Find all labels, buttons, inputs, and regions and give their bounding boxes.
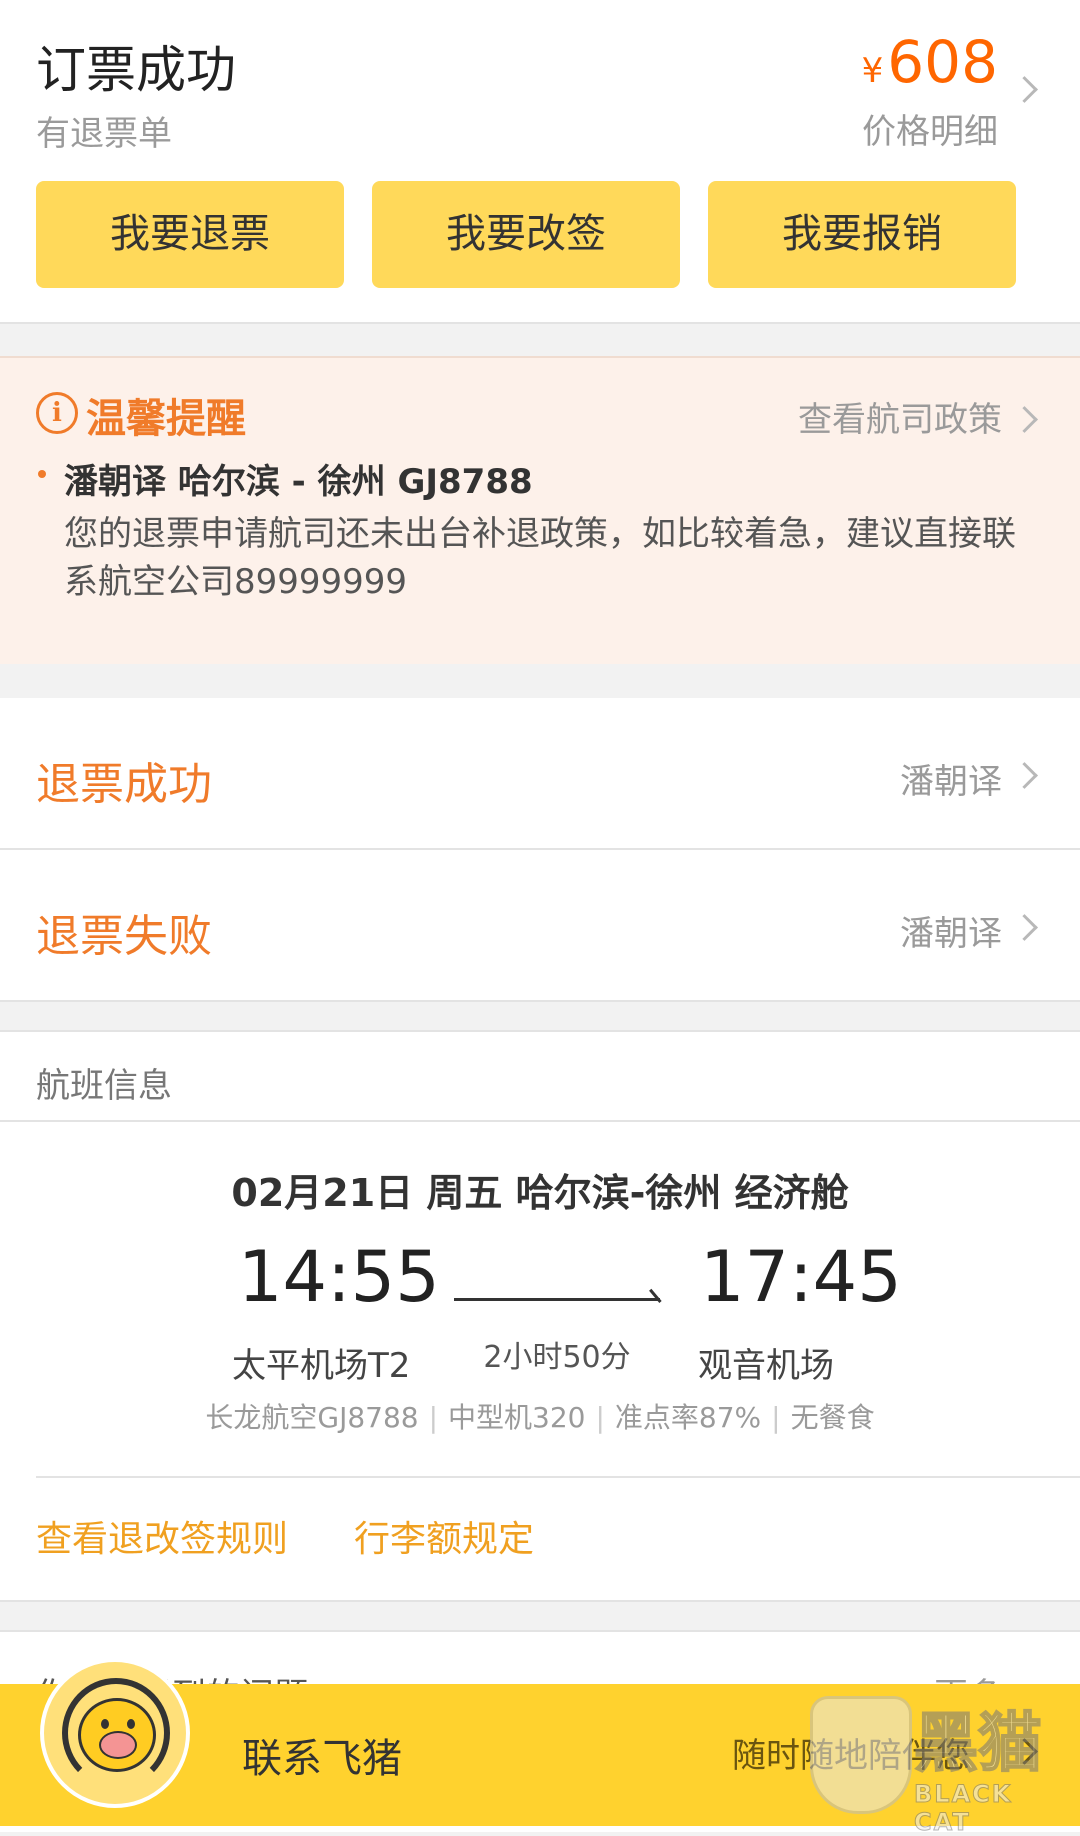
separator: | xyxy=(771,1401,781,1434)
flight-duration: 2小时50分 xyxy=(483,1340,631,1375)
depart-airport: 太平机场T2 xyxy=(232,1346,411,1386)
refund-button[interactable]: 我要退票 xyxy=(36,181,344,288)
change-ticket-button[interactable]: 我要改签 xyxy=(372,181,680,288)
arrive-time: 17:45 xyxy=(700,1236,902,1318)
arrow-right-icon xyxy=(454,1298,660,1301)
flight-info-card: 航班信息 02月21日 周五 哈尔滨-徐州 经济舱 14:55 17:45 2小… xyxy=(0,1030,1080,1602)
reminder-title: 温馨提醒 xyxy=(86,396,246,442)
refund-note: 有退票单 xyxy=(36,114,172,154)
depart-time: 14:55 xyxy=(238,1236,440,1318)
airline-policy-link[interactable]: 查看航司政策 xyxy=(798,392,1002,441)
flight-meta: 长龙航空GJ8788 | 中型机320 | 准点率87% | 无餐食 xyxy=(0,1396,1080,1436)
order-header: 订票成功 有退票单 ¥608 价格明细 我要退票 我要改签 我要报销 xyxy=(0,0,1080,324)
divider xyxy=(36,1476,1080,1478)
refund-change-rules-link[interactable]: 查看退改签规则 xyxy=(36,1510,288,1562)
aircraft-type: 中型机320 xyxy=(448,1401,586,1434)
chevron-right-icon xyxy=(1011,762,1038,789)
order-status-title: 订票成功 xyxy=(36,41,236,99)
black-cat-watermark: 黑猫 BLACK CAT xyxy=(810,1690,1070,1836)
separator: | xyxy=(595,1401,605,1434)
reimbursement-button[interactable]: 我要报销 xyxy=(708,181,1016,288)
flight-section-label: 航班信息 xyxy=(36,1066,172,1106)
eye xyxy=(101,1719,109,1729)
refund-success-label: 退票成功 xyxy=(36,759,212,810)
reminder-message: 您的退票申请航司还未出台补退政策，如比较着急，建议直接联系航空公司8999999… xyxy=(64,514,1016,602)
divider xyxy=(0,1120,1080,1122)
watermark-text: 黑猫 xyxy=(913,1706,1043,1782)
bullet-dot xyxy=(38,470,46,478)
currency-symbol: ¥ xyxy=(861,51,884,91)
cat-shield-icon xyxy=(810,1696,912,1814)
price-detail-link[interactable]: 价格明细 xyxy=(862,104,998,153)
reminder-passenger-flight: 潘朝译 哈尔滨 - 徐州 GJ8788 xyxy=(64,462,533,502)
info-icon: i xyxy=(36,392,78,434)
refund-failed-label: 退票失败 xyxy=(36,911,212,962)
reminder-panel: i 温馨提醒 查看航司政策 潘朝译 哈尔滨 - 徐州 GJ8788 您的退票申请… xyxy=(0,356,1080,664)
baggage-rules-link[interactable]: 行李额规定 xyxy=(354,1510,534,1562)
divider xyxy=(0,1000,1080,1002)
chevron-right-icon xyxy=(1011,914,1038,941)
airline-flight-number: 长龙航空GJ8788 xyxy=(205,1401,419,1434)
watermark-subtext: BLACK CAT xyxy=(914,1780,1013,1836)
price-total[interactable]: ¥608 xyxy=(862,30,998,103)
eye xyxy=(127,1719,135,1729)
passenger-name: 潘朝译 xyxy=(900,914,1002,954)
pig-snout xyxy=(99,1731,137,1759)
arrive-airport: 观音机场 xyxy=(698,1346,834,1386)
pig-face-icon xyxy=(78,1698,156,1772)
chevron-right-icon[interactable] xyxy=(1011,76,1038,103)
chevron-right-icon[interactable] xyxy=(1011,406,1038,433)
refund-status-row[interactable]: 退票失败 潘朝译 xyxy=(0,850,1080,1000)
flight-date-route: 02月21日 周五 哈尔滨-徐州 经济舱 xyxy=(231,1171,849,1215)
price-value: 608 xyxy=(887,28,998,96)
on-time-rate: 准点率87% xyxy=(614,1401,762,1434)
meal-info: 无餐食 xyxy=(790,1401,875,1434)
pig-mascot-avatar xyxy=(40,1658,190,1808)
refund-status-row[interactable]: 退票成功 潘朝译 xyxy=(0,698,1080,848)
separator: | xyxy=(428,1401,439,1434)
passenger-name: 潘朝译 xyxy=(900,762,1002,802)
contact-label[interactable]: 联系飞猪 xyxy=(242,1726,402,1784)
